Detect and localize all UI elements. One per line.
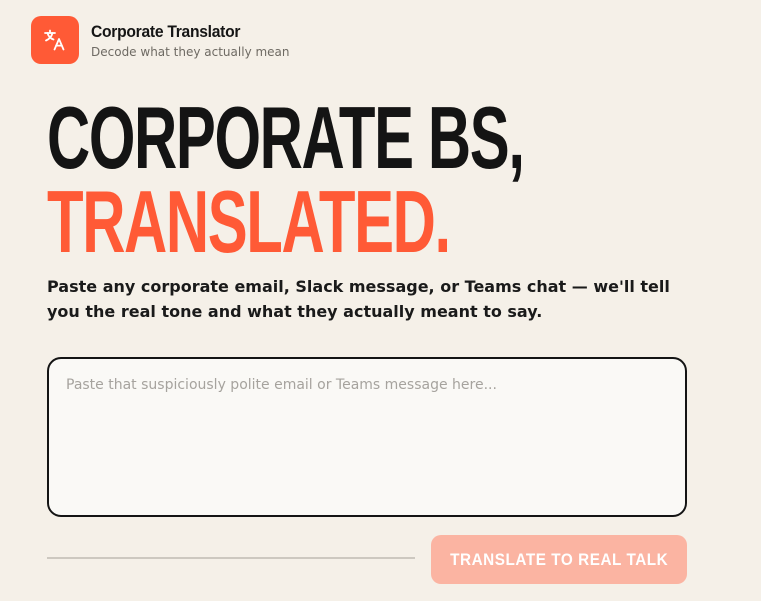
hero-line-1: CORPORATE BS,	[47, 88, 525, 187]
app-header: Corporate Translator Decode what they ac…	[31, 16, 290, 64]
description-text: Paste any corporate email, Slack message…	[47, 277, 670, 321]
translate-button-label: TRANSLATE TO REAL TALK	[449, 549, 669, 569]
hero-line-2: TRANSLATED.	[47, 172, 451, 271]
message-input[interactable]	[47, 357, 687, 517]
translate-button[interactable]: TRANSLATE TO REAL TALK	[431, 535, 687, 584]
hero-headline: CORPORATE BS, TRANSLATED.	[47, 88, 525, 271]
app-subtitle: Decode what they actually mean	[91, 44, 290, 59]
brand: Corporate Translator Decode what they ac…	[91, 22, 290, 59]
translate-icon	[44, 29, 65, 51]
app-title: Corporate Translator	[91, 21, 241, 41]
divider	[47, 557, 415, 559]
app-logo	[31, 16, 79, 64]
